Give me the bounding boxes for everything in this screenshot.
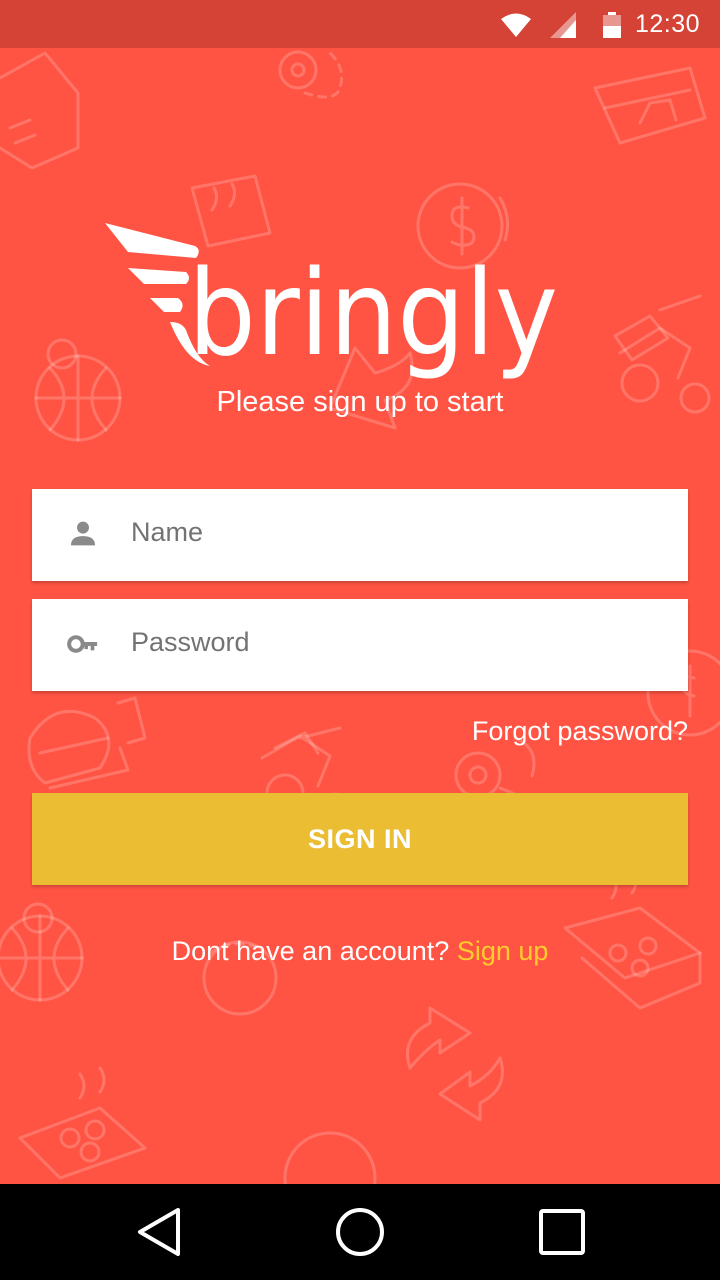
status-bar: 12:30 [0,0,720,48]
forgot-password-link[interactable]: Forgot password? [472,716,688,747]
status-time: 12:30 [634,10,700,38]
logo-wordmark: bringly [188,244,558,382]
name-field[interactable]: Name [32,489,688,581]
password-placeholder: Password [131,627,250,657]
back-icon[interactable] [134,1206,186,1258]
person-icon [70,521,96,546]
signup-prompt: Dont have an account? [171,936,450,966]
key-icon [67,635,98,653]
bringly-logo: bringly [105,223,558,382]
password-field[interactable]: Password [32,599,688,691]
wifi-icon [501,13,531,37]
signup-prompt-line: Dont have an account? Sign up [0,936,720,967]
signal-icon [550,12,576,38]
sign-in-button[interactable]: SIGN IN [32,793,688,885]
sign-up-link[interactable]: Sign up [457,936,549,966]
battery-icon [603,12,621,38]
login-screen: bringly Please sign up to start Name Pas… [0,48,720,1184]
name-placeholder: Name [131,517,204,547]
recents-icon[interactable] [536,1206,588,1258]
home-icon[interactable] [334,1206,386,1258]
subtitle: Please sign up to start [216,386,504,418]
navigation-bar [0,1184,720,1280]
